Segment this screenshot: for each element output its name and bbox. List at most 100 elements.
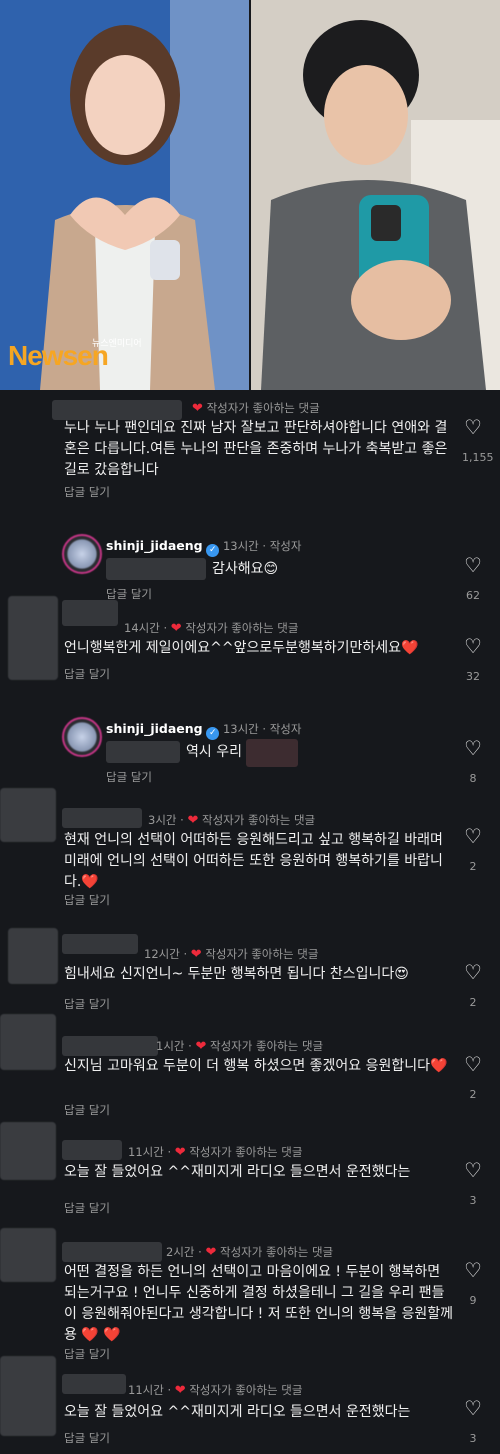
heart-icon[interactable]: ♡ bbox=[462, 826, 484, 846]
like-count: 9 bbox=[469, 1294, 477, 1307]
redacted-avatar bbox=[8, 928, 58, 984]
comment-text: 현재 언니의 선택이 어떠하든 응원해드리고 싶고 행복하길 바래며 미래에 언… bbox=[64, 832, 443, 890]
comment-3: 14시간 · ❤ 작성자가 좋아하는 댓글 언니행복한게 제일이에요^^앞으로두… bbox=[0, 592, 500, 692]
like-count: 1,155 bbox=[462, 451, 494, 464]
heart-icon[interactable]: ♡ bbox=[462, 962, 484, 982]
like-button[interactable]: ♡ 2 bbox=[462, 1054, 484, 1101]
liked-label: 작성자가 좋아하는 댓글 bbox=[206, 401, 320, 415]
like-button[interactable]: ♡ 8 bbox=[462, 738, 484, 785]
like-button[interactable]: ♡ 2 bbox=[462, 962, 484, 1009]
photo-woman-heart: Newsen 뉴스엔미디어 bbox=[0, 0, 249, 390]
comment-5: 3시간 · ❤ 작성자가 좋아하는 댓글 현재 언니의 선택이 어떠하든 응원해… bbox=[0, 786, 500, 916]
heart-icon[interactable]: ♡ bbox=[462, 636, 484, 656]
like-button[interactable]: ♡ 3 bbox=[462, 1160, 484, 1207]
like-count: 3 bbox=[469, 1194, 477, 1207]
redacted-name bbox=[246, 739, 298, 767]
small-heart-icon: ❤ bbox=[205, 1245, 217, 1260]
like-count: 8 bbox=[469, 772, 477, 785]
redacted-avatar bbox=[0, 788, 56, 842]
heart-icon[interactable]: ♡ bbox=[462, 417, 484, 437]
redacted-avatar bbox=[0, 1014, 56, 1070]
redacted-username bbox=[52, 400, 182, 420]
comment-time: 3시간 bbox=[148, 813, 177, 827]
photo-woman-illustration bbox=[0, 0, 249, 390]
heart-icon[interactable]: ♡ bbox=[462, 555, 484, 575]
heart-icon[interactable]: ♡ bbox=[462, 1260, 484, 1280]
redacted-username bbox=[62, 1140, 122, 1160]
like-count: 2 bbox=[469, 996, 477, 1009]
comment-4-author-reply: shinji_jidaeng ✓ 13시간 · 작성자 역시 우리 답글 달기 … bbox=[0, 713, 500, 791]
comment-8: 11시간 · ❤ 작성자가 좋아하는 댓글 오늘 잘 들었어요 ^^재미지게 라… bbox=[0, 1120, 500, 1220]
heart-icon[interactable]: ♡ bbox=[462, 1398, 484, 1418]
liked-label: 작성자가 좋아하는 댓글 bbox=[202, 813, 316, 827]
reply-button[interactable]: 답글 달기 bbox=[64, 484, 110, 500]
comment-text: 신지님 고마워요 두분이 더 행복 하셨으면 좋겠어요 응원합니다❤️ bbox=[64, 1058, 448, 1074]
like-count: 32 bbox=[466, 670, 480, 683]
author-meta: shinji_jidaeng ✓ 13시간 · 작성자 bbox=[106, 721, 302, 740]
like-button[interactable]: ♡ 9 bbox=[462, 1260, 484, 1307]
author-username[interactable]: shinji_jidaeng bbox=[106, 721, 203, 736]
reply-button[interactable]: 답글 달기 bbox=[64, 1102, 110, 1118]
comment-9: 2시간 · ❤ 작성자가 좋아하는 댓글 어떤 결정을 하든 언니의 선택이고 … bbox=[0, 1224, 500, 1374]
news-watermark-sub: 뉴스엔미디어 bbox=[92, 339, 142, 349]
small-heart-icon: ❤ bbox=[195, 1039, 207, 1054]
like-button[interactable]: ♡ 32 bbox=[462, 636, 484, 683]
like-button[interactable]: ♡ 1,155 bbox=[462, 417, 494, 464]
liked-label: 작성자가 좋아하는 댓글 bbox=[220, 1245, 334, 1259]
reply-button[interactable]: 답글 달기 bbox=[64, 666, 110, 682]
comment-time: 11시간 bbox=[128, 1145, 164, 1159]
heart-icon[interactable]: ♡ bbox=[462, 1054, 484, 1074]
author-avatar[interactable] bbox=[62, 534, 102, 574]
comment-time: 13시간 bbox=[222, 539, 259, 553]
reply-button[interactable]: 답글 달기 bbox=[106, 769, 152, 785]
comment-1: ❤ 작성자가 좋아하는 댓글 누나 누나 팬인데요 진짜 남자 잘보고 판단하셔… bbox=[0, 392, 500, 514]
liked-label: 작성자가 좋아하는 댓글 bbox=[189, 1383, 303, 1397]
comment-time: 1시간 bbox=[156, 1039, 185, 1053]
like-button[interactable]: ♡ 3 bbox=[462, 1398, 484, 1445]
comment-meta: 12시간 · ❤ 작성자가 좋아하는 댓글 bbox=[144, 947, 319, 962]
redacted-avatar bbox=[0, 1356, 56, 1436]
comment-7: 1시간 · ❤ 작성자가 좋아하는 댓글 신지님 고마워요 두분이 더 행복 하… bbox=[0, 1010, 500, 1122]
reply-button[interactable]: 답글 달기 bbox=[64, 1430, 110, 1446]
redacted-username bbox=[62, 600, 118, 626]
comment-text: 오늘 잘 들었어요 ^^재미지게 라디오 들으면서 운전했다는 bbox=[64, 1404, 411, 1420]
author-meta: shinji_jidaeng ✓ 13시간 · 작성자 bbox=[106, 538, 302, 557]
comment-6: 12시간 · ❤ 작성자가 좋아하는 댓글 힘내세요 신지언니~ 두분만 행복하… bbox=[0, 924, 500, 1024]
comment-meta: 11시간 · ❤ 작성자가 좋아하는 댓글 bbox=[128, 1383, 303, 1398]
author-username[interactable]: shinji_jidaeng bbox=[106, 538, 203, 553]
comment-time: 12시간 bbox=[144, 947, 180, 961]
comment-meta: 3시간 · ❤ 작성자가 좋아하는 댓글 bbox=[148, 813, 316, 828]
comment-text: 어떤 결정을 하든 언니의 선택이고 마음이에요 ! 두분이 행복하면 되는거구… bbox=[64, 1264, 453, 1343]
heart-icon[interactable]: ♡ bbox=[462, 1160, 484, 1180]
comment-time: 11시간 bbox=[128, 1383, 164, 1397]
author-avatar[interactable] bbox=[62, 717, 102, 757]
like-count: 3 bbox=[469, 1432, 477, 1445]
comment-10: 11시간 · ❤ 작성자가 좋아하는 댓글 오늘 잘 들었어요 ^^재미지게 라… bbox=[0, 1354, 500, 1454]
comment-time: 14시간 bbox=[124, 621, 160, 635]
photo-man-illustration bbox=[251, 0, 500, 390]
comment-meta: 2시간 · ❤ 작성자가 좋아하는 댓글 bbox=[166, 1245, 334, 1260]
liked-label: 작성자가 좋아하는 댓글 bbox=[205, 947, 319, 961]
reply-button[interactable]: 답글 달기 bbox=[64, 1200, 110, 1216]
small-heart-icon: ❤ bbox=[187, 813, 199, 828]
like-count: 2 bbox=[469, 1088, 477, 1101]
comment-meta: 11시간 · ❤ 작성자가 좋아하는 댓글 bbox=[128, 1145, 303, 1160]
comment-text: 오늘 잘 들었어요 ^^재미지게 라디오 들으면서 운전했다는 bbox=[64, 1164, 411, 1180]
small-heart-icon: ❤ bbox=[190, 947, 202, 962]
redacted-username bbox=[62, 1036, 158, 1056]
heart-icon[interactable]: ♡ bbox=[462, 738, 484, 758]
reply-button[interactable]: 답글 달기 bbox=[64, 892, 110, 908]
small-heart-icon: ❤ bbox=[192, 401, 203, 416]
like-button[interactable]: ♡ 2 bbox=[462, 826, 484, 873]
author-tag: 작성자 bbox=[269, 539, 302, 553]
comment-text: 감사해요😊 bbox=[212, 561, 279, 577]
redacted-mention bbox=[106, 558, 206, 580]
comment-meta: 1시간 · ❤ 작성자가 좋아하는 댓글 bbox=[156, 1039, 324, 1054]
liked-label: 작성자가 좋아하는 댓글 bbox=[189, 1145, 303, 1159]
author-tag: 작성자 bbox=[269, 722, 302, 736]
comment-time: 13시간 bbox=[222, 722, 259, 736]
verified-badge-icon: ✓ bbox=[206, 727, 220, 740]
verified-badge-icon: ✓ bbox=[206, 544, 220, 557]
redacted-username bbox=[62, 1242, 162, 1262]
small-heart-icon: ❤ bbox=[174, 1383, 186, 1398]
